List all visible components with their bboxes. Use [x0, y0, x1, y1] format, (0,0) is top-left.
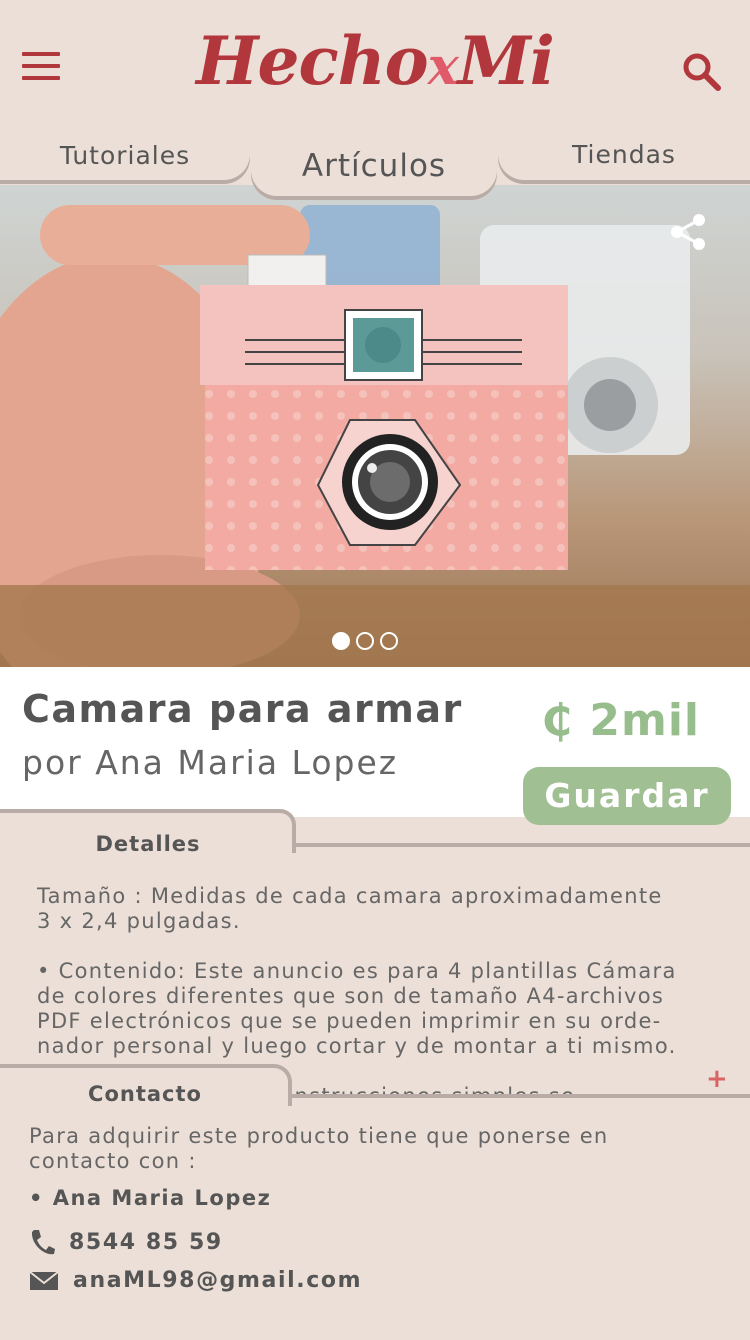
- carousel-dot[interactable]: [332, 632, 350, 650]
- contact-label[interactable]: Contacto: [0, 1082, 290, 1106]
- details-label[interactable]: Detalles: [0, 832, 296, 856]
- carousel-dot[interactable]: [356, 632, 374, 650]
- contact-email[interactable]: anaML98@gmail.com: [73, 1268, 362, 1293]
- search-icon[interactable]: [682, 52, 722, 92]
- carousel-dot[interactable]: [380, 632, 398, 650]
- contact-phone-row[interactable]: 8544 85 59: [29, 1228, 223, 1256]
- contact-intro: Para adquirir este producto tiene que po…: [29, 1124, 609, 1173]
- app-header: HechoxMi: [0, 0, 750, 140]
- contact-phone[interactable]: 8544 85 59: [69, 1230, 223, 1255]
- tab-tiendas[interactable]: Tiendas: [498, 128, 750, 180]
- product-author: por Ana Maria Lopez: [22, 743, 399, 782]
- contact-name: • Ana Maria Lopez: [29, 1186, 272, 1210]
- product-photo[interactable]: [0, 185, 750, 667]
- paper-camera-image: [0, 205, 750, 667]
- details-text: Tamaño : Medidas de cada camara aproxima…: [37, 884, 727, 1094]
- mail-icon: [29, 1270, 59, 1290]
- plus-icon[interactable]: +: [706, 1064, 728, 1094]
- details-paragraph: • Contenido: Este anuncio es para 4 plan…: [37, 959, 677, 1058]
- details-paragraph: Tamaño : Medidas de cada camara aproxima…: [37, 884, 663, 933]
- tab-tutoriales[interactable]: Tutoriales: [0, 128, 250, 180]
- share-icon[interactable]: [668, 212, 708, 252]
- save-button[interactable]: Guardar: [523, 767, 731, 825]
- phone-icon: [31, 1230, 55, 1255]
- app-logo[interactable]: HechoxMi: [0, 22, 750, 100]
- tab-articulos[interactable]: Artículos: [251, 128, 497, 196]
- product-info: Camara para armar por Ana Maria Lopez ₵ …: [0, 667, 750, 825]
- product-title: Camara para armar: [22, 687, 463, 731]
- carousel-dots: [332, 632, 398, 650]
- contact-email-row[interactable]: anaML98@gmail.com: [29, 1268, 362, 1293]
- details-paragraph: Instrucciones simples se: [287, 1084, 727, 1094]
- product-price: ₵ 2mil: [541, 695, 700, 746]
